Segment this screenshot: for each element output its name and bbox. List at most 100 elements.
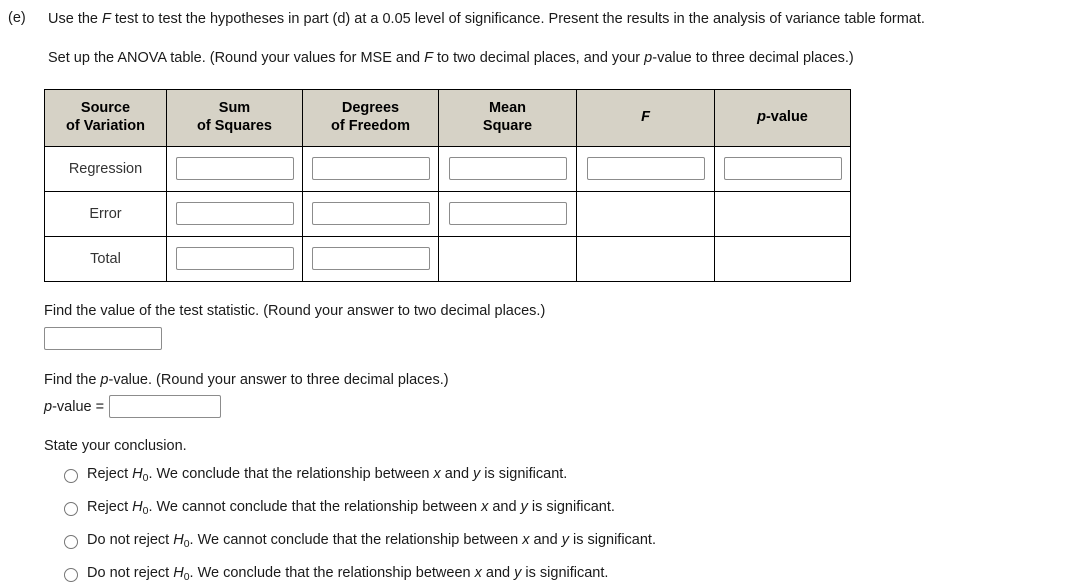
opt-part: Reject (87, 466, 133, 483)
y-symbol: y (520, 499, 528, 516)
header-mean-square: Mean Square (438, 88, 577, 147)
question-post: -value. (Round your answer to three deci… (108, 371, 449, 388)
p-symbol: p (100, 371, 109, 388)
conclusion-option-label: Do not reject H0. We cannot conclude tha… (87, 531, 656, 550)
opt-part: and (440, 466, 474, 483)
cell-total-f-empty (576, 235, 715, 282)
radio-button-icon[interactable] (64, 534, 78, 549)
statement-1-pre: Use the (48, 11, 102, 27)
x-symbol: x (474, 564, 482, 581)
input-error-mean-square[interactable] (448, 202, 567, 226)
statement-2-mid: to two decimal places, and your (433, 49, 645, 66)
cell-error-ss (166, 190, 303, 237)
header-f: F (576, 88, 715, 147)
header-line-1: Degrees (341, 100, 400, 116)
y-symbol: y (561, 531, 569, 548)
find-test-statistic-question: Find the value of the test statistic. (R… (44, 302, 546, 319)
input-regression-degrees-of-freedom[interactable] (311, 157, 430, 181)
conclusion-option-2[interactable]: Reject H0. We cannot conclude that the r… (64, 498, 1076, 517)
row-label-regression: Regression (44, 145, 167, 192)
conclusion-options-list: Reject H0. We conclude that the relation… (44, 465, 1076, 583)
opt-part: is significant. (521, 564, 609, 581)
cell-error-f-empty (576, 190, 715, 237)
table-row: Total (44, 235, 851, 282)
opt-part: is significant. (527, 499, 615, 516)
header-line-2: of Squares (197, 117, 272, 134)
opt-part: Do not reject (87, 564, 174, 581)
input-error-degrees-of-freedom[interactable] (311, 202, 430, 226)
f-symbol: F (424, 49, 433, 66)
header-line-1: Sum (218, 100, 251, 116)
cell-regression-df (302, 145, 439, 192)
row-label-error: Error (44, 190, 167, 237)
conclusion-option-1[interactable]: Reject H0. We conclude that the relation… (64, 465, 1076, 484)
opt-part: . We conclude that the relationship betw… (148, 466, 434, 483)
radio-button-icon[interactable] (64, 469, 78, 484)
cell-error-p-empty (714, 190, 851, 237)
header-sum-of-squares: Sum of Squares (166, 88, 303, 147)
h-subscript: 0 (142, 506, 149, 518)
h-symbol: H (132, 466, 143, 483)
p-value-input[interactable] (109, 395, 222, 419)
table-row: Error (44, 190, 851, 237)
find-test-statistic-input-line (44, 326, 1076, 350)
h-subscript: 0 (183, 571, 190, 583)
conclusion-option-4[interactable]: Do not reject H0. We conclude that the r… (64, 564, 1076, 583)
header-line-1: Source (80, 100, 131, 116)
opt-part: is significant. (568, 531, 656, 548)
statement-2-post: -value to three decimal places.) (652, 49, 854, 66)
cell-total-df (302, 235, 439, 282)
header-line-2: of Freedom (331, 117, 410, 134)
cell-total-ms-empty (438, 235, 577, 282)
cell-regression-f (576, 145, 715, 192)
radio-button-icon[interactable] (64, 502, 78, 517)
opt-part: Do not reject (87, 531, 174, 548)
f-symbol: F (641, 108, 650, 125)
conclusion-option-label: Do not reject H0. We conclude that the r… (87, 564, 608, 583)
f-symbol: F (102, 11, 111, 27)
h-subscript: 0 (183, 538, 190, 550)
input-regression-mean-square[interactable] (448, 157, 567, 181)
cell-total-p-empty (714, 235, 851, 282)
find-p-value-question: Find the p-value. (Round your answer to … (44, 371, 1076, 390)
part-e-block: (e) Use the F test to test the hypothese… (0, 0, 1076, 68)
input-regression-sum-of-squares[interactable] (175, 157, 294, 181)
input-error-sum-of-squares[interactable] (175, 202, 294, 226)
opt-part: is significant. (480, 466, 568, 483)
h-subscript: 0 (142, 473, 149, 485)
x-symbol: x (433, 466, 441, 483)
find-test-statistic-block: Find the value of the test statistic. (R… (44, 302, 1076, 350)
test-statistic-input[interactable] (44, 326, 162, 350)
h-symbol: H (173, 564, 184, 581)
cell-error-df (302, 190, 439, 237)
input-regression-p-value[interactable] (723, 157, 842, 181)
p-value-label: p-value = (44, 399, 104, 415)
question-pre: Find the (44, 371, 101, 388)
conclusion-prompt: State your conclusion. (44, 438, 187, 455)
cell-regression-ss (166, 145, 303, 192)
input-regression-f[interactable] (586, 157, 705, 181)
conclusion-option-label: Reject H0. We conclude that the relation… (87, 465, 567, 484)
opt-part: Reject (87, 499, 133, 516)
anova-table: Source of Variation Sum of Squares Degrees… (44, 88, 851, 282)
header-line-1: Mean (488, 100, 527, 116)
header-p-value: p-value (714, 88, 851, 147)
header-line-2: of Variation (66, 117, 145, 134)
table-row: Regression (44, 145, 851, 192)
input-total-sum-of-squares[interactable] (175, 247, 294, 271)
input-total-degrees-of-freedom[interactable] (311, 247, 430, 271)
opt-part: . We cannot conclude that the relationsh… (148, 499, 482, 516)
statement-line-2: Set up the ANOVA table. (Round your valu… (48, 49, 1076, 68)
radio-button-icon[interactable] (64, 567, 78, 582)
conclusion-block: State your conclusion. Reject H0. We con… (44, 437, 1076, 582)
header-p-rest: -value (765, 108, 808, 125)
p-value-label-rest: -value = (52, 398, 105, 415)
row-label-total: Total (44, 235, 167, 282)
h-symbol: H (173, 531, 184, 548)
header-line-2: Square (482, 117, 533, 134)
conclusion-option-3[interactable]: Do not reject H0. We cannot conclude tha… (64, 531, 1076, 550)
anova-header-row: Source of Variation Sum of Squares Degrees… (44, 88, 851, 147)
statement-1-post: test to test the hypotheses in part (d) … (110, 11, 925, 27)
h-symbol: H (132, 499, 143, 516)
p-value-input-line: p-value = (44, 395, 1076, 419)
